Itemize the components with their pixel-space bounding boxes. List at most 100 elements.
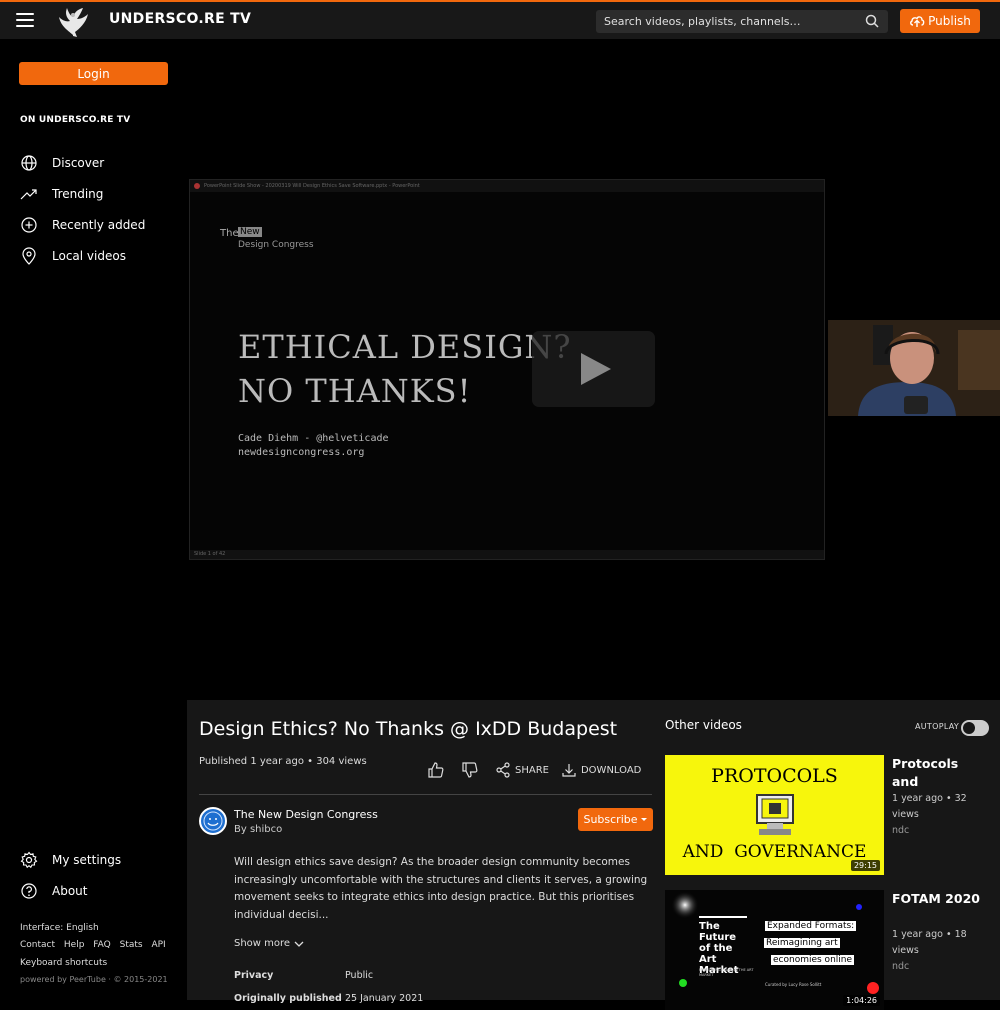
thumbs-down-icon: [462, 762, 478, 778]
download-icon: [562, 764, 576, 777]
rec-video-meta: 1 year ago • 32 views: [892, 793, 967, 820]
thumb-credit: Curated by Lucy Rose Sollitt: [765, 982, 822, 987]
show-more-label: Show more: [234, 938, 291, 949]
login-button[interactable]: Login: [19, 62, 168, 85]
search-input[interactable]: [596, 10, 856, 33]
share-icon: [496, 762, 510, 778]
footer-links: Contact Help FAQ Stats API: [20, 940, 172, 950]
search-icon[interactable]: [865, 14, 879, 28]
site-logo[interactable]: [55, 5, 91, 39]
show-more-button[interactable]: Show more: [234, 938, 305, 949]
rec-video-channel[interactable]: ndc: [892, 961, 909, 972]
video-duration: 29:15: [850, 860, 880, 871]
thumbs-up-icon: [428, 762, 444, 778]
rec-video-meta: 1 year ago • 18 views: [892, 929, 967, 956]
rec-video-title[interactable]: FOTAM 2020: [892, 890, 982, 908]
video-thumbnail-fotam[interactable]: The Future of the Art Market REDEFINING …: [665, 890, 884, 1010]
sidebar-item-my-settings[interactable]: My settings: [20, 849, 121, 871]
video-player[interactable]: PowerPoint Slide Show - 20200319 Will De…: [187, 39, 1000, 700]
sidebar-item-trending[interactable]: Trending: [20, 183, 103, 205]
sidebar-item-label: My settings: [52, 853, 122, 867]
keyboard-shortcuts-link[interactable]: Keyboard shortcuts: [20, 958, 107, 968]
video-actions: SHARE DOWNLOAD: [427, 760, 653, 780]
dislike-button[interactable]: [461, 761, 483, 779]
slide-author: Cade Diehm - @helveticade newdesigncongr…: [238, 433, 389, 458]
play-icon: [581, 353, 611, 385]
footer-link-contact[interactable]: Contact: [20, 940, 55, 950]
channel-owner[interactable]: By shibco: [234, 824, 282, 835]
slide-status-bar: Slide 1 of 42: [190, 550, 824, 559]
publish-label: Publish: [928, 14, 971, 28]
sidebar-item-label: About: [52, 884, 88, 898]
share-label: SHARE: [515, 764, 549, 776]
channel-name[interactable]: The New Design Congress: [234, 808, 378, 821]
footer-link-api[interactable]: API: [151, 940, 165, 950]
privacy-value: Public: [345, 970, 374, 981]
video-info-section: Design Ethics? No Thanks @ IxDD Budapest…: [187, 700, 1000, 1010]
video-thumbnail-protocols[interactable]: PROTOCOLS AND GOVERNANCE 29:15: [665, 755, 884, 875]
location-pin-icon: [22, 247, 36, 265]
play-button[interactable]: [532, 331, 655, 407]
sidebar-item-about[interactable]: About: [20, 880, 87, 902]
trending-icon: [20, 189, 37, 200]
channel-avatar[interactable]: [199, 807, 227, 835]
sidebar-item-recently-added[interactable]: Recently added: [20, 214, 145, 236]
rec-video-title[interactable]: Protocols and: [892, 755, 982, 791]
thumb-label1: Expanded Formats:: [765, 921, 857, 931]
share-button[interactable]: SHARE: [495, 762, 549, 778]
menu-icon[interactable]: [16, 13, 34, 27]
thumb-line1: PROTOCOLS: [711, 765, 838, 787]
footer-link-faq[interactable]: FAQ: [93, 940, 110, 950]
chevron-down-icon: [294, 941, 304, 947]
download-button[interactable]: DOWNLOAD: [561, 762, 641, 778]
slide-brand-new: New: [238, 227, 262, 237]
sidebar-item-label: Recently added: [52, 218, 146, 232]
video-duration: 1:04:26: [843, 995, 880, 1006]
rec-video-channel[interactable]: ndc: [892, 825, 909, 836]
thumb-label3: economies online: [771, 955, 855, 965]
interface-language[interactable]: Interface: English: [20, 923, 99, 933]
autoplay-label: AUTOPLAY: [915, 722, 960, 731]
sidebar-heading: ON UNDERSCO.RE TV: [20, 115, 131, 125]
video-title: Design Ethics? No Thanks @ IxDD Budapest: [199, 718, 618, 740]
publish-button[interactable]: Publish: [900, 9, 980, 33]
webcam-overlay: [828, 320, 1000, 416]
thumb-art: [671, 891, 879, 994]
video-meta: Published 1 year ago • 304 views: [199, 756, 367, 767]
slide-brand-dc: Design Congress: [238, 240, 314, 250]
powered-by: powered by PeerTube · © 2015-2021: [20, 975, 168, 984]
privacy-label: Privacy: [234, 970, 274, 981]
footer-link-stats[interactable]: Stats: [120, 940, 143, 950]
video-description: Will design ethics save design? As the b…: [234, 856, 648, 921]
autoplay-toggle[interactable]: [961, 720, 989, 736]
published-value: 25 January 2021: [345, 993, 424, 1004]
slide-window-titlebar: PowerPoint Slide Show - 20200319 Will De…: [190, 180, 824, 192]
globe-icon: [21, 155, 37, 171]
plus-circle-icon: [21, 217, 37, 233]
other-videos-heading: Other videos: [665, 718, 742, 732]
sidebar: Login ON UNDERSCO.RE TV Discover Trendin…: [0, 39, 187, 1000]
published-label: Originally published: [234, 993, 342, 1004]
sidebar-item-label: Trending: [52, 187, 104, 201]
help-circle-icon: [21, 883, 37, 899]
slide-brand-the: The: [220, 228, 239, 239]
gear-icon: [20, 851, 38, 869]
thumb-line2: AND GOVERNANCE: [682, 842, 867, 862]
thumb-subtitle: REDEFINING VALUE IN THE ART MARKET: [699, 968, 754, 977]
site-title[interactable]: UNDERSCO.RE TV: [109, 11, 251, 27]
like-button[interactable]: [427, 761, 449, 779]
footer-link-help[interactable]: Help: [64, 940, 85, 950]
download-label: DOWNLOAD: [580, 764, 642, 776]
search-bar: [596, 10, 888, 33]
sidebar-item-discover[interactable]: Discover: [20, 152, 104, 174]
sidebar-item-label: Local videos: [52, 249, 126, 263]
slide-title: ETHICAL DESIGN? NO THANKS!: [238, 328, 572, 410]
video-frame-slide: PowerPoint Slide Show - 20200319 Will De…: [189, 179, 825, 560]
thumb-label2: Reimagining art: [764, 938, 840, 948]
subscribe-label: Subscribe: [583, 813, 638, 826]
sidebar-item-local-videos[interactable]: Local videos: [20, 245, 126, 267]
top-header: UNDERSCO.RE TV Publish: [0, 0, 1000, 39]
sidebar-item-label: Discover: [52, 156, 105, 170]
computer-fist-icon: [756, 794, 794, 835]
subscribe-button[interactable]: Subscribe: [578, 808, 653, 831]
